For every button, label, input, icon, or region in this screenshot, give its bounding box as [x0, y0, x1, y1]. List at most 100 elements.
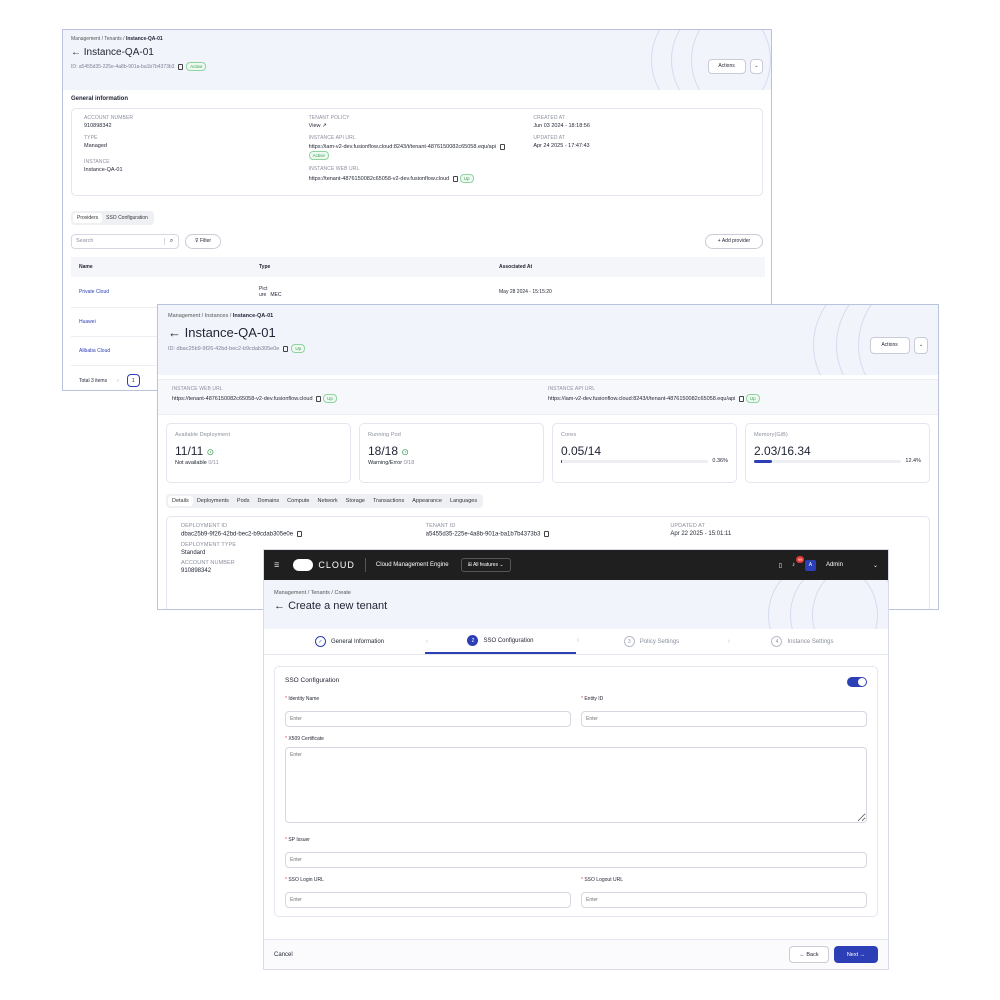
external-link-icon: ↗ [322, 123, 327, 129]
menu-icon[interactable]: ☰ [274, 562, 279, 569]
copy-icon[interactable] [316, 395, 322, 402]
stepper: ✓ General Information › 2 SSO Configuration… [264, 629, 888, 655]
column-header-associated-at[interactable]: Associated At [491, 257, 765, 277]
next-button[interactable]: Next → [834, 946, 878, 963]
breadcrumb-management[interactable]: Management [274, 590, 306, 596]
page-header: Management / Tenants / Instance-QA-01 ← … [63, 30, 771, 90]
total-items: Total 3 items [79, 377, 108, 384]
chevron-down-icon[interactable]: ⌄ [914, 336, 928, 354]
actions-button[interactable]: Actions [707, 58, 746, 74]
breadcrumb-management[interactable]: Management [168, 313, 200, 319]
status-badge: Active [186, 62, 207, 71]
footer-actions: ← Back Next → [789, 946, 878, 963]
back-button[interactable]: ← Back [789, 946, 829, 963]
x509-certificate-textarea[interactable] [285, 747, 867, 823]
chevron-down-icon[interactable]: ⌄ [873, 562, 878, 569]
sso-login-url-input[interactable] [285, 892, 571, 908]
sp-issuer-field: SP Issuer [285, 837, 867, 868]
step-label: Instance Settings [787, 638, 834, 645]
tenant-policy-link[interactable]: View ↗ [309, 123, 526, 129]
all-features-dropdown[interactable]: ⊞ All features ⌄ [460, 558, 511, 572]
step-general-information[interactable]: ✓ General Information › [274, 629, 428, 654]
api-url-link[interactable]: https://iam-v2-dev.fusionflow.cloud:8243… [308, 143, 526, 160]
api-url-link[interactable]: https://iam-v2-dev.fusionflow.cloud:8243… [548, 394, 924, 403]
tab-storage[interactable]: Storage [342, 496, 369, 506]
tab-pods[interactable]: Pods [233, 496, 254, 506]
web-url-link[interactable]: https://tenant-4876150082c65058-v2-dev.f… [309, 174, 526, 183]
entity-id-input[interactable] [581, 711, 867, 727]
tabs: Providers SSO Configuration [71, 211, 154, 225]
copy-icon[interactable] [177, 63, 183, 70]
tab-details[interactable]: Details [168, 496, 193, 506]
copy-icon[interactable] [499, 143, 505, 150]
cores-percent: 0.36% [712, 458, 728, 464]
tenant-id-value[interactable]: a5455d35-225e-4a8b-901a-ba1b7b4373b3 [426, 532, 541, 538]
copy-icon[interactable] [738, 395, 744, 402]
tenant-id: ID: a5455d35-225e-4a8b-901a-ba1b7b4373b3 [71, 63, 175, 70]
tab-providers[interactable]: Providers [73, 213, 103, 223]
step-sso-configuration[interactable]: 2 SSO Configuration › [425, 629, 579, 654]
add-provider-button[interactable]: + Add provider [705, 233, 763, 249]
memory-progress-fill [754, 459, 773, 463]
tab-transactions[interactable]: Transactions [369, 496, 408, 506]
cancel-button[interactable]: Cancel [274, 952, 293, 958]
filter-button[interactable]: ⊽ Filter [185, 233, 221, 249]
breadcrumb-tenants[interactable]: Tenants [311, 590, 330, 596]
step-instance-settings[interactable]: 4 Instance Settings [727, 629, 878, 654]
web-url: https://tenant-4876150082c65058-v2-dev.f… [308, 175, 450, 182]
form-title: SSO Configuration [285, 677, 340, 684]
sp-issuer-input[interactable] [285, 852, 867, 868]
avatar[interactable]: A [804, 559, 816, 571]
stat-label: Available Deployment [175, 432, 231, 438]
user-name[interactable]: Admin [826, 562, 843, 568]
tab-deployments[interactable]: Deployments [193, 496, 233, 506]
stat-cores: Cores 0.05/14 0.36% [552, 423, 737, 483]
copy-icon[interactable] [296, 531, 302, 537]
cores-progress-fill [561, 459, 562, 463]
search-input[interactable]: Search [76, 238, 93, 244]
field-label: SP Issuer [285, 837, 867, 843]
prev-page-icon[interactable]: ‹ [117, 378, 119, 384]
copy-icon[interactable] [452, 175, 458, 182]
sso-toggle[interactable] [847, 677, 867, 687]
tab-compute[interactable]: Compute [283, 496, 313, 506]
back-arrow-icon[interactable]: ← [71, 47, 81, 58]
section-title: General information [71, 96, 129, 102]
column-header-type[interactable]: Type [251, 257, 491, 277]
memory-progress-bar [754, 459, 902, 463]
tab-sso-configuration[interactable]: SSO Configuration [102, 213, 152, 223]
deployment-id-value: dbac25b9-9f26-42bd-bec2-b9cdab305e0e [181, 531, 294, 538]
back-arrow-icon[interactable]: ← [168, 325, 181, 340]
page-button[interactable]: 1 [126, 374, 140, 387]
toolbar: Search ⌕ ⊽ Filter + Add provider [63, 231, 771, 251]
search-box[interactable]: Search ⌕ [71, 233, 179, 249]
sso-logout-url-input[interactable] [581, 892, 867, 908]
form-row: Identity Name Entity ID [285, 696, 867, 727]
column-header-name[interactable]: Name [71, 257, 251, 277]
tab-domains[interactable]: Domains [253, 496, 283, 506]
search-icon[interactable]: ⌕ [164, 237, 178, 245]
breadcrumb-tenants[interactable]: Tenants [104, 36, 122, 42]
grid-icon: ⊞ [467, 562, 472, 568]
document-icon[interactable]: ▯ [779, 562, 782, 569]
stat-label: Running Pod [368, 432, 401, 438]
copy-icon[interactable] [544, 531, 550, 537]
web-url-link[interactable]: https://tenant-4876150082c65058-v2-dev.f… [172, 394, 548, 403]
provider-name[interactable]: Private Cloud [71, 277, 251, 308]
tab-languages[interactable]: Languages [446, 496, 481, 506]
breadcrumb-current: Create [334, 590, 351, 596]
instance-link[interactable]: Instance-QA-01 [84, 167, 301, 173]
copy-icon[interactable] [282, 345, 288, 352]
updated-label: UPDATED AT [533, 135, 565, 141]
tab-appearance[interactable]: Appearance [408, 496, 446, 506]
breadcrumb-management[interactable]: Management [71, 36, 100, 42]
step-policy-settings[interactable]: 3 Policy Settings › [576, 629, 730, 654]
bell-icon[interactable]: ♪ 99 [792, 556, 805, 568]
brand-logo[interactable]: CLOUD [293, 559, 355, 571]
back-arrow-icon[interactable]: ← [274, 600, 285, 612]
identity-name-input[interactable] [285, 711, 571, 727]
tab-network[interactable]: Network [314, 496, 342, 506]
chevron-down-icon[interactable]: ⌄ [750, 58, 763, 74]
actions-button[interactable]: Actions [869, 336, 910, 354]
breadcrumb-instances[interactable]: Instances [205, 313, 229, 319]
